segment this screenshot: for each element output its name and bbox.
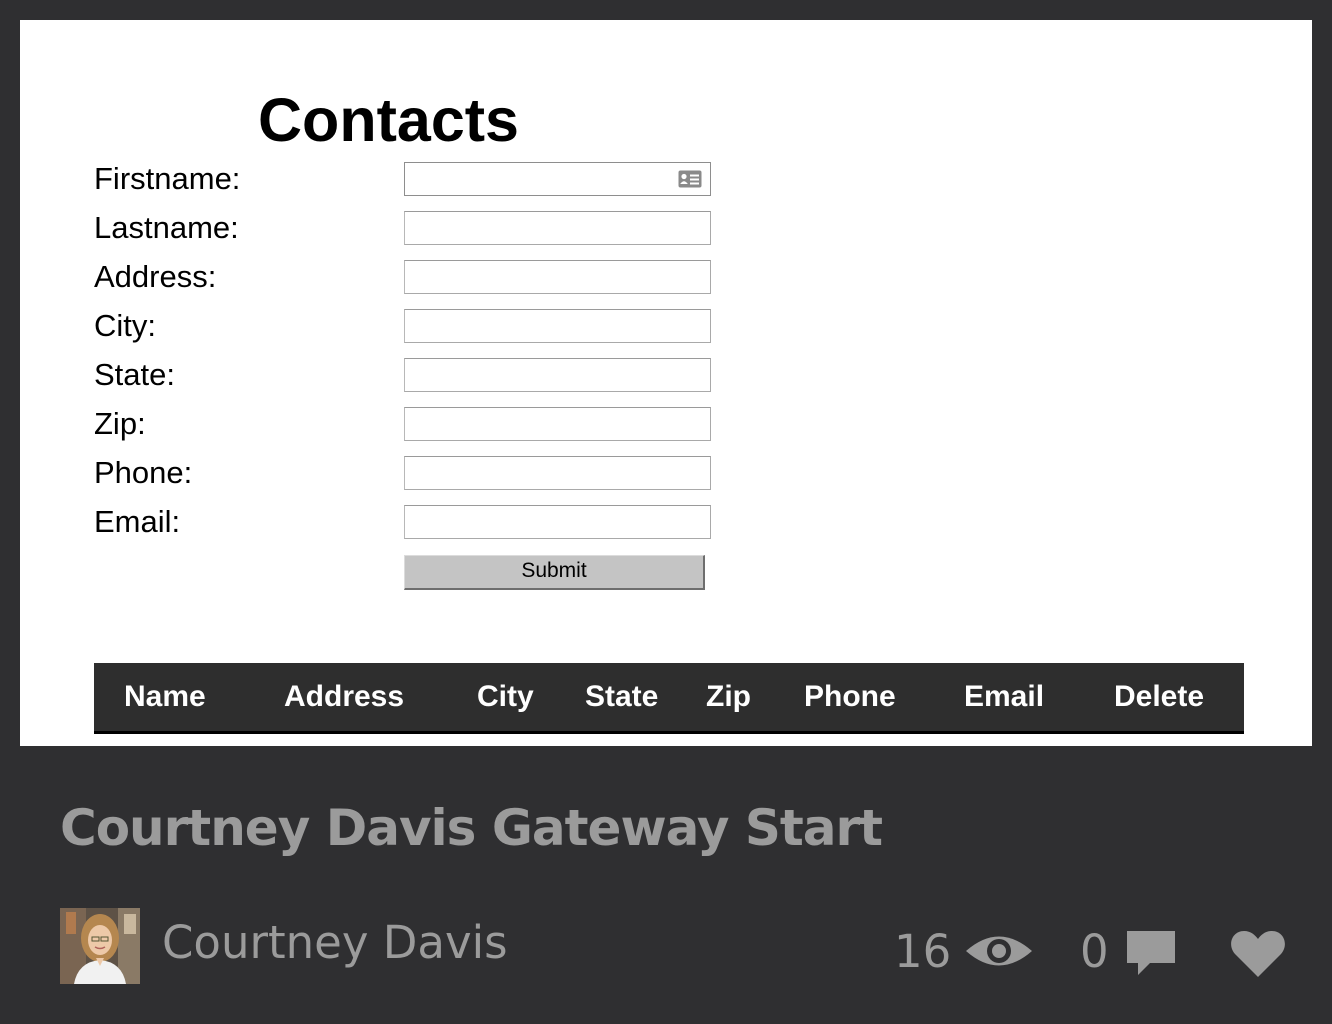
email-row: Email: bbox=[94, 505, 794, 545]
lastname-input[interactable] bbox=[404, 211, 711, 245]
column-header-city: City bbox=[477, 680, 534, 713]
firstname-input[interactable] bbox=[404, 162, 711, 196]
firstname-label: Firstname: bbox=[94, 161, 241, 196]
city-label: City: bbox=[94, 308, 156, 343]
contact-card-icon[interactable] bbox=[678, 170, 702, 188]
lastname-label: Lastname: bbox=[94, 210, 239, 245]
state-label: State: bbox=[94, 357, 175, 392]
lastname-row: Lastname: bbox=[94, 211, 794, 251]
contacts-table-header: Name Address City State Zip Phone Email … bbox=[94, 663, 1244, 734]
state-row: State: bbox=[94, 358, 794, 398]
comment-count: 0 bbox=[1080, 925, 1109, 978]
comment-icon[interactable] bbox=[1126, 930, 1176, 976]
pen-title[interactable]: Courtney Davis Gateway Start bbox=[60, 790, 883, 866]
address-row: Address: bbox=[94, 260, 794, 300]
heart-icon[interactable] bbox=[1230, 930, 1286, 978]
column-header-phone: Phone bbox=[804, 680, 896, 713]
author-name[interactable]: Courtney Davis bbox=[162, 912, 508, 974]
phone-label: Phone: bbox=[94, 455, 193, 490]
city-row: City: bbox=[94, 309, 794, 349]
phone-input[interactable] bbox=[404, 456, 711, 490]
column-header-zip: Zip bbox=[706, 680, 751, 713]
zip-label: Zip: bbox=[94, 406, 146, 441]
submit-button[interactable]: Submit bbox=[404, 555, 705, 590]
address-label: Address: bbox=[94, 259, 217, 294]
address-input[interactable] bbox=[404, 260, 711, 294]
state-input[interactable] bbox=[404, 358, 711, 392]
email-input[interactable] bbox=[404, 505, 711, 539]
column-header-email: Email bbox=[964, 680, 1045, 713]
page-title: Contacts bbox=[258, 86, 519, 154]
view-count: 16 bbox=[894, 925, 952, 978]
column-header-state: State bbox=[585, 680, 659, 713]
pen-preview: Contacts Firstname: Lastname: Address: C… bbox=[20, 20, 1312, 746]
email-label: Email: bbox=[94, 504, 181, 539]
column-header-name: Name bbox=[124, 680, 206, 713]
firstname-row: Firstname: bbox=[94, 162, 794, 202]
avatar[interactable] bbox=[60, 908, 140, 984]
zip-input[interactable] bbox=[404, 407, 711, 441]
column-header-delete: Delete bbox=[1114, 680, 1205, 713]
column-header-address: Address bbox=[284, 680, 405, 713]
city-input[interactable] bbox=[404, 309, 711, 343]
eye-icon bbox=[966, 936, 1032, 966]
zip-row: Zip: bbox=[94, 407, 794, 447]
phone-row: Phone: bbox=[94, 456, 794, 496]
